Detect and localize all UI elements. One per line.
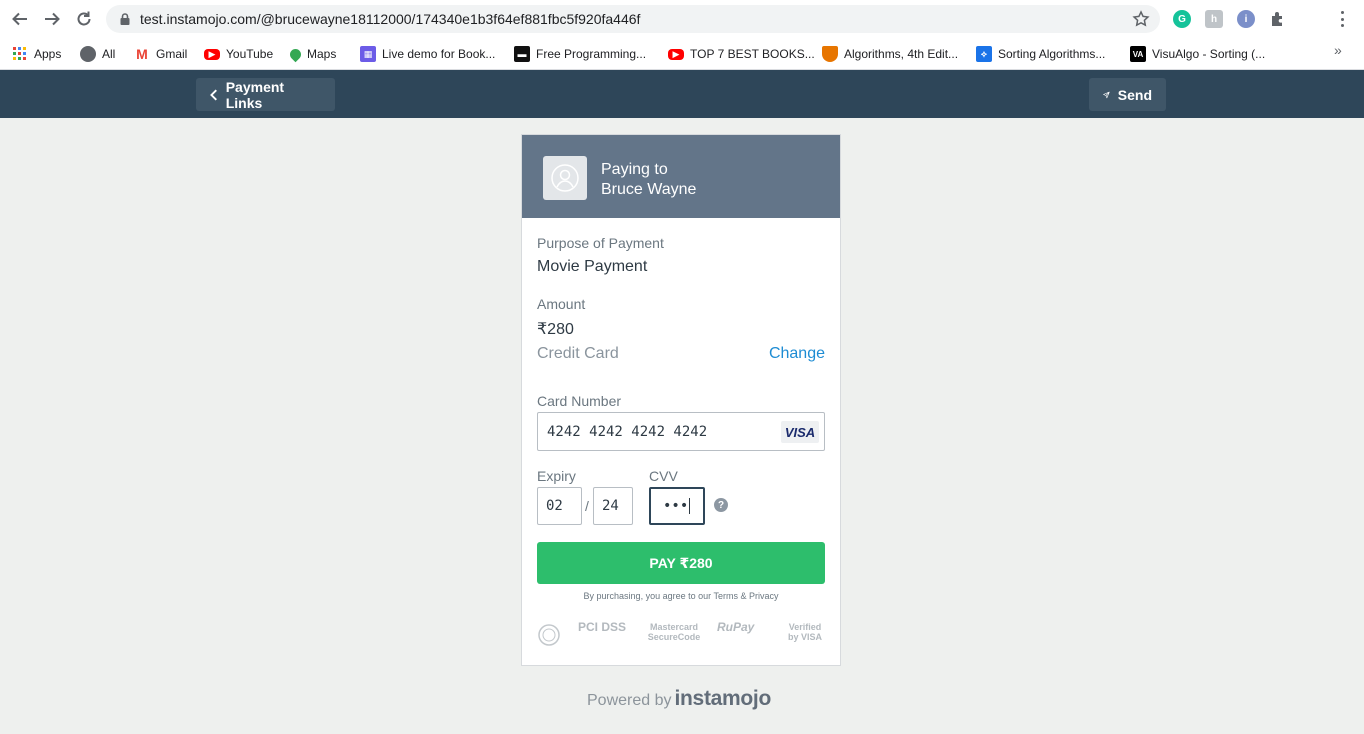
bookmark-free-programming[interactable]: ▬ Free Programming... — [514, 44, 646, 64]
card-number-input[interactable]: 4242 4242 4242 4242 VISA — [537, 412, 825, 451]
bookmark-label: VisuAlgo - Sorting (... — [1152, 47, 1266, 61]
back-arrow-icon[interactable] — [8, 7, 32, 31]
rupay-badge: RuPay — [717, 620, 755, 634]
sorting-icon: ⟡ — [976, 46, 992, 62]
payment-card: Paying to Bruce Wayne Purpose of Payment… — [521, 134, 841, 666]
bookmark-sorting-algorithms[interactable]: ⟡ Sorting Algorithms... — [976, 44, 1105, 64]
apps-grid-icon — [12, 46, 28, 62]
bookmark-label: Algorithms, 4th Edit... — [844, 47, 959, 61]
extension-icon[interactable]: h — [1205, 10, 1223, 28]
cvv-value: ••• — [663, 498, 689, 514]
bookmark-label: Sorting Algorithms... — [998, 47, 1106, 61]
bookmark-gmail[interactable]: M Gmail — [134, 44, 187, 64]
bookmark-algorithms[interactable]: Algorithms, 4th Edit... — [822, 44, 958, 64]
payee-header: Paying to Bruce Wayne — [522, 135, 840, 218]
browser-toolbar: test.instamojo.com/@brucewayne18112000/1… — [0, 0, 1364, 38]
url-text[interactable]: test.instamojo.com/@brucewayne18112000/1… — [140, 11, 640, 27]
instamojo-logo[interactable]: instamojo — [675, 687, 772, 711]
visualgo-icon: VA — [1130, 46, 1146, 62]
send-button[interactable]: Send — [1089, 78, 1166, 111]
expiry-year-value: 24 — [602, 498, 619, 514]
chevron-double-right-icon[interactable]: » — [1334, 42, 1342, 58]
send-icon — [1103, 91, 1110, 98]
send-button-label: Send — [1117, 86, 1152, 103]
avatar — [543, 156, 587, 200]
purpose-value: Movie Payment — [537, 258, 648, 275]
bookmarks-bar: Apps All M Gmail ▶ YouTube Maps ▦ Live d… — [0, 38, 1364, 70]
secure-seal-icon — [538, 624, 560, 648]
bookmark-top7-books[interactable]: ▶ TOP 7 BEST BOOKS... — [668, 44, 815, 64]
bookmark-label: Maps — [307, 47, 337, 61]
verified-by-visa-badge: Verified by VISA — [787, 622, 822, 642]
text-cursor — [689, 498, 691, 514]
pci-dss-badge: PCI DSS — [578, 620, 627, 634]
card-number-label: Card Number — [537, 393, 622, 409]
payment-links-back-button[interactable]: Payment Links — [196, 78, 335, 111]
expiry-month-value: 02 — [546, 498, 563, 514]
bookmark-label: Live demo for Book... — [382, 47, 496, 61]
maps-pin-icon — [287, 46, 304, 62]
cvv-help-icon[interactable]: ? — [714, 498, 728, 512]
princeton-shield-icon — [822, 46, 838, 62]
expiry-label: Expiry — [537, 468, 576, 484]
user-avatar-icon — [551, 164, 579, 192]
book-icon: ▬ — [514, 46, 530, 62]
bookmark-label: Apps — [34, 47, 62, 61]
paying-to-block: Paying to Bruce Wayne — [601, 160, 696, 200]
change-method-link[interactable]: Change — [769, 345, 825, 363]
powered-by-label: Powered by — [587, 692, 672, 709]
card-number-value: 4242 4242 4242 4242 — [547, 423, 708, 440]
pay-button[interactable]: PAY ₹280 — [537, 542, 825, 584]
amount-value: ₹280 — [537, 321, 574, 338]
forward-arrow-icon[interactable] — [40, 7, 64, 31]
cvv-label: CVV — [649, 468, 678, 484]
visa-card-icon: VISA — [781, 421, 819, 443]
chevron-left-icon — [210, 88, 217, 101]
reload-icon[interactable] — [72, 7, 96, 31]
expiry-year-input[interactable]: 24 — [593, 487, 633, 525]
globe-icon — [80, 46, 96, 62]
bookmark-star-icon[interactable] — [1132, 10, 1150, 28]
paying-to-label: Paying to — [601, 161, 668, 178]
expiry-separator: / — [585, 498, 589, 514]
grammarly-icon[interactable]: G — [1173, 10, 1191, 28]
gmail-icon: M — [136, 46, 148, 62]
extension-icon[interactable]: i — [1237, 10, 1255, 28]
amount-label: Amount — [537, 296, 586, 312]
bookmark-maps[interactable]: Maps — [287, 44, 337, 64]
app-header: Payment Links Send — [0, 70, 1364, 118]
bookmark-label: Free Programming... — [536, 47, 647, 61]
youtube-icon: ▶ — [668, 48, 684, 60]
bookmark-youtube[interactable]: ▶ YouTube — [204, 44, 273, 64]
bookmark-label: All — [102, 47, 116, 61]
powered-by: Powered by instamojo — [587, 687, 771, 711]
bookmark-label: Gmail — [156, 47, 188, 61]
payment-method-label: Credit Card — [537, 345, 619, 362]
terms-text: By purchasing, you agree to our Terms & … — [583, 591, 779, 601]
youtube-icon: ▶ — [204, 48, 220, 60]
bookmark-label: TOP 7 BEST BOOKS... — [690, 47, 815, 61]
bookmark-live-demo[interactable]: ▦ Live demo for Book... — [360, 44, 495, 64]
bookmark-all[interactable]: All — [80, 44, 115, 64]
payee-name: Bruce Wayne — [601, 181, 697, 198]
address-bar[interactable]: test.instamojo.com/@brucewayne18112000/1… — [106, 5, 1160, 33]
bookmark-visualgo[interactable]: VA VisuAlgo - Sorting (... — [1130, 44, 1265, 64]
bookmark-apps[interactable]: Apps — [12, 44, 61, 64]
bookmark-label: YouTube — [226, 47, 274, 61]
calendar-icon: ▦ — [360, 46, 376, 62]
more-menu-icon[interactable] — [1334, 9, 1350, 29]
expiry-month-input[interactable]: 02 — [537, 487, 582, 525]
purpose-label: Purpose of Payment — [537, 235, 664, 251]
back-button-label: Payment Links — [225, 78, 285, 111]
mastercard-securecode-badge: Mastercard SecureCode — [647, 622, 701, 642]
lock-icon[interactable] — [118, 12, 132, 26]
puzzle-extensions-icon[interactable] — [1269, 10, 1287, 28]
cvv-input[interactable]: ••• — [649, 487, 705, 525]
